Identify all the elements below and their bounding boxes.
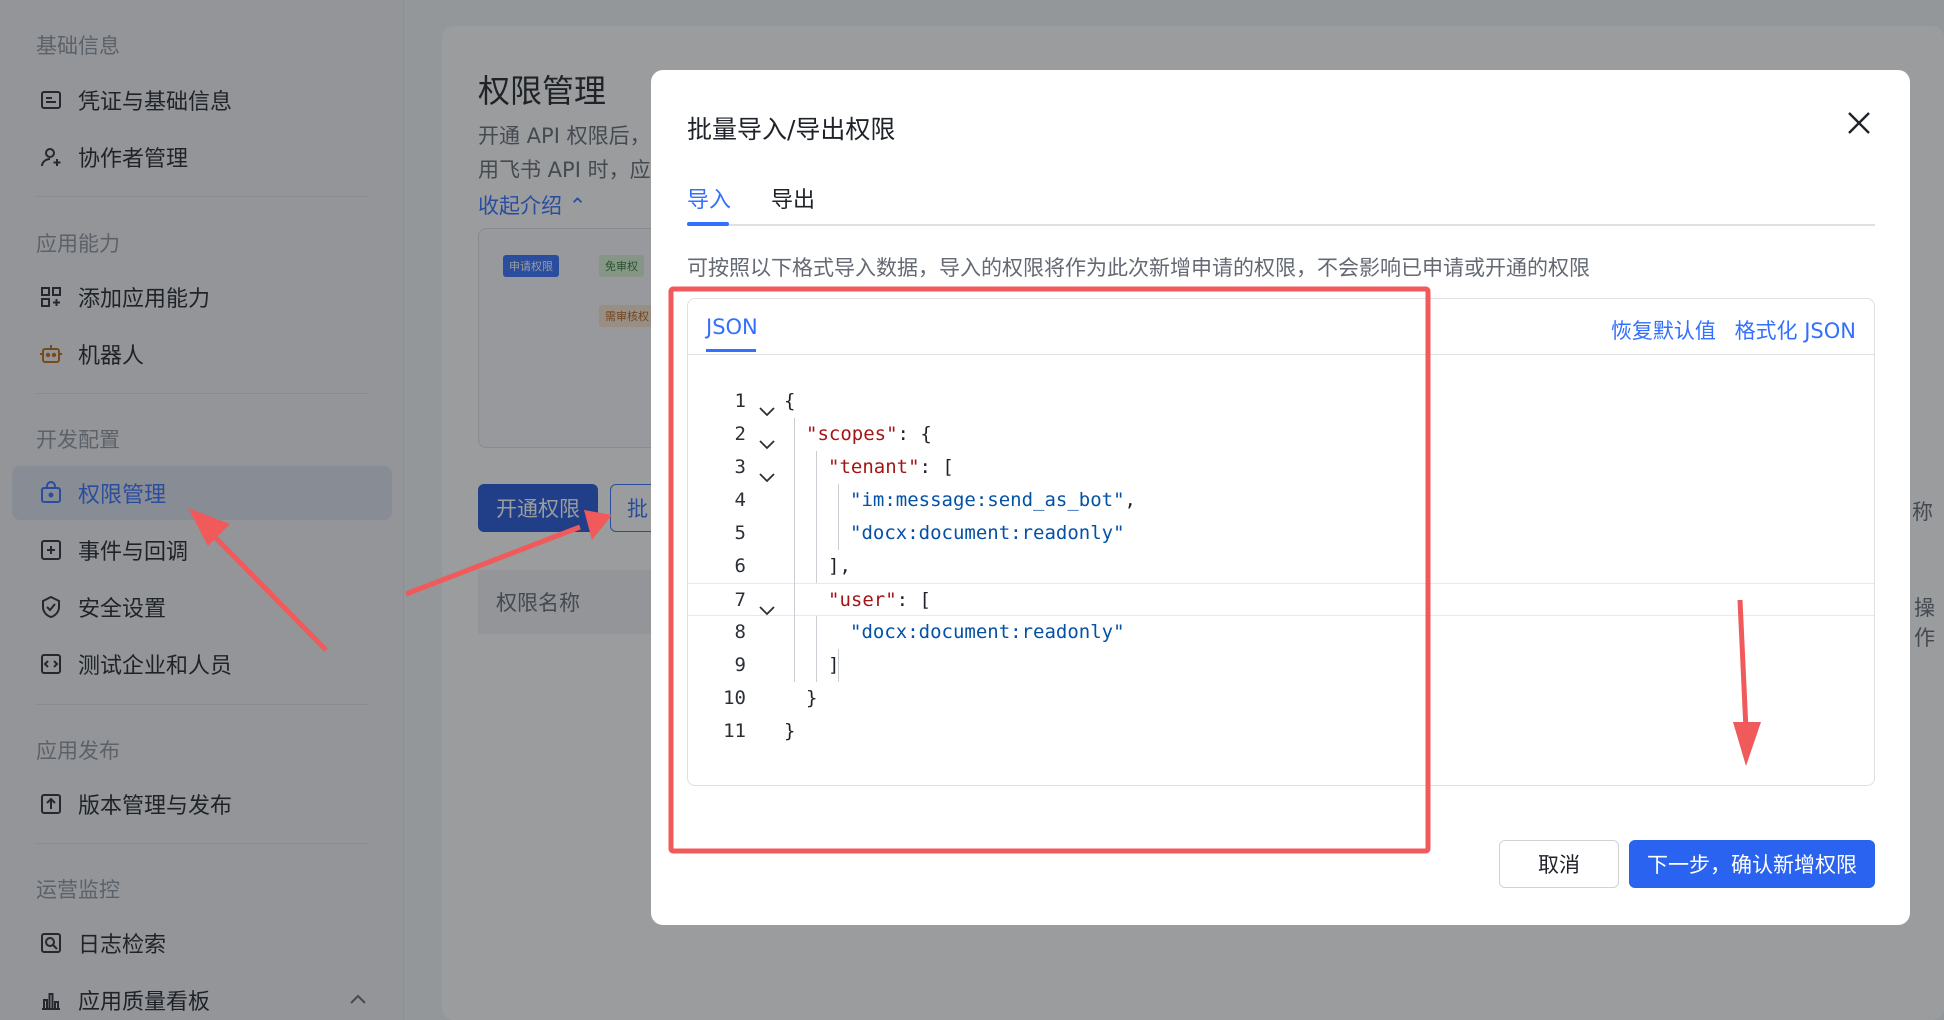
code-line: 9] (688, 649, 1874, 682)
code-area[interactable]: 1{2 "scopes": {3 "tenant": [4 "im:message:s… (688, 385, 1874, 748)
line-number: 3 (734, 456, 746, 478)
code-text: "docx:document:readonly" (850, 517, 1125, 550)
tab-import[interactable]: 导入 (687, 182, 731, 214)
code-text: "user": [ (828, 584, 931, 617)
modal-tabs: 导入 导出 (687, 182, 1875, 226)
json-key: "scopes" (806, 423, 898, 445)
indent-guide (816, 616, 817, 682)
reset-default-button[interactable]: 恢复默认值 (1611, 319, 1716, 343)
code-text: "tenant": [ (828, 451, 954, 484)
json-string: "docx:document:readonly" (850, 522, 1125, 544)
code-text: ], (828, 555, 851, 577)
json-key: "tenant" (828, 456, 920, 478)
json-key: "user" (828, 589, 897, 611)
import-hint: 可按照以下格式导入数据，导入的权限将作为此次新增申请的权限，不会影响已申请或开通… (687, 256, 1590, 280)
code-line: 7 "user": [ (688, 583, 1874, 616)
code-line: 8 "docx:document:readonly" (688, 616, 1874, 649)
modal-title: 批量导入/导出权限 (687, 115, 896, 144)
indent-guide (794, 418, 795, 682)
code-line: 1{ (688, 385, 1874, 418)
tab-export[interactable]: 导出 (771, 182, 815, 214)
code-line: 10} (688, 682, 1874, 715)
json-string: "im:message:send_as_bot" (850, 489, 1125, 511)
code-line: 4 "im:message:send_as_bot", (688, 484, 1874, 517)
batch-import-modal: 批量导入/导出权限 导入 导出 可按照以下格式导入数据，导入的权限将作为此次新增… (651, 70, 1910, 925)
indent-guide (816, 451, 817, 583)
cancel-button[interactable]: 取消 (1499, 840, 1619, 888)
code-text: "im:message:send_as_bot", (850, 484, 1136, 517)
json-punct: : { (897, 423, 932, 445)
active-tab-indicator (687, 222, 729, 226)
line-number: 6 (734, 555, 746, 577)
line-number: 10 (723, 687, 746, 709)
confirm-next-button[interactable]: 下一步，确认新增权限 (1629, 840, 1875, 888)
editor-header: JSON 恢复默认值 格式化 JSON (688, 299, 1874, 355)
editor-actions: 恢复默认值 格式化 JSON (1599, 315, 1856, 345)
line-number: 9 (734, 654, 746, 676)
code-line: 5 "docx:document:readonly" (688, 517, 1874, 550)
line-number: 4 (734, 489, 746, 511)
indent-guide (838, 484, 839, 550)
json-string: "docx:document:readonly" (850, 621, 1125, 643)
format-json-button[interactable]: 格式化 JSON (1735, 319, 1856, 343)
code-line: 2 "scopes": { (688, 418, 1874, 451)
code-line: 3 "tenant": [ (688, 451, 1874, 484)
line-number: 5 (734, 522, 746, 544)
line-number: 1 (734, 390, 746, 412)
close-icon[interactable] (1844, 108, 1874, 138)
code-text: } (784, 720, 796, 742)
code-line: 6], (688, 550, 1874, 583)
line-number: 11 (723, 720, 746, 742)
code-text: { (784, 390, 796, 412)
code-text: "docx:document:readonly" (850, 616, 1125, 649)
code-line: 11} (688, 715, 1874, 748)
active-tab-indicator (706, 349, 756, 352)
code-text: } (806, 687, 818, 709)
code-text: "scopes": { (806, 418, 932, 451)
json-editor[interactable]: JSON 恢复默认值 格式化 JSON 1{2 "scopes": {3 "tena… (687, 298, 1875, 786)
json-punct: : [ (896, 589, 931, 611)
line-number: 7 (734, 589, 746, 611)
json-punct: : [ (919, 456, 954, 478)
json-punct: , (1124, 489, 1136, 511)
line-number: 2 (734, 423, 746, 445)
indent-guide (838, 649, 839, 682)
tab-json[interactable]: JSON (706, 315, 758, 339)
line-number: 8 (734, 621, 746, 643)
